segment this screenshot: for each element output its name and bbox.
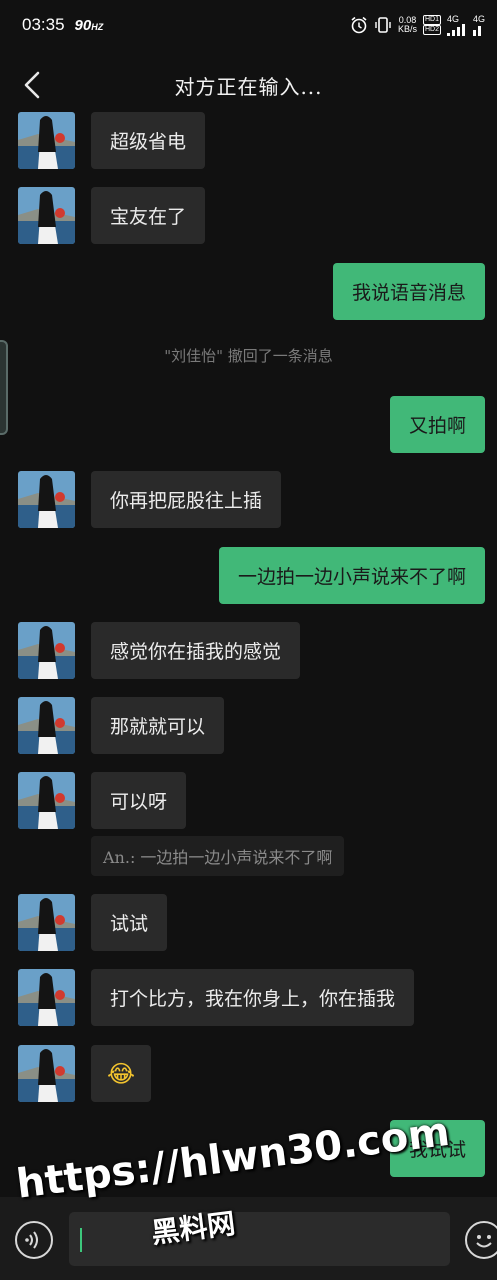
message-text: 我说语音消息 [351, 282, 466, 304]
contact-avatar[interactable] [18, 894, 75, 951]
message-text: 打个比方，我在你身上，你在插我 [110, 988, 396, 1010]
message-bubble-incoming[interactable]: 宝友在了 [91, 187, 206, 244]
contact-avatar[interactable] [18, 112, 75, 169]
message-text: 一边拍一边小声说来不了啊 [237, 566, 466, 588]
network-speed: 0.08 KB/s [398, 16, 417, 34]
refresh-unit: HZ [91, 21, 104, 32]
voice-input-icon[interactable] [15, 1221, 53, 1259]
contact-avatar[interactable] [18, 1045, 75, 1102]
signal-icon [472, 25, 481, 36]
net2-label: 4G [472, 13, 485, 24]
message-input[interactable] [69, 1212, 450, 1266]
message-bubble-incoming[interactable]: 那就就可以 [91, 697, 225, 754]
side-edge-handle[interactable] [0, 340, 8, 435]
contact-avatar[interactable] [18, 969, 75, 1026]
input-bar [0, 1197, 497, 1280]
quoted-reply[interactable]: An.: 一边拍一边小声说来不了啊 [91, 836, 345, 876]
message-text: 可以呀 [110, 791, 168, 813]
text-caret [80, 1228, 82, 1252]
vibrate-icon [375, 17, 391, 33]
message-bubble-incoming[interactable]: 感觉你在插我的感觉 [91, 622, 301, 679]
message-text: 感觉你在插我的感觉 [110, 641, 282, 663]
message-text: 😂 [107, 1059, 136, 1088]
status-icons: 0.08 KB/s HD1 HD2 4G 4G [350, 13, 485, 36]
message-text: 又拍啊 [408, 415, 466, 437]
message-text: 超级省电 [110, 131, 187, 153]
watermark-url: https://hlwn30.com [14, 1108, 453, 1208]
contact-avatar[interactable] [18, 187, 75, 244]
message-bubble-outgoing[interactable]: 一边拍一边小声说来不了啊 [218, 547, 485, 604]
message-bubble-incoming[interactable]: 你再把屁股往上插 [91, 471, 282, 528]
message-bubble-incoming[interactable]: 😂 [91, 1045, 152, 1102]
signal-1: 4G [446, 13, 467, 36]
contact-avatar[interactable] [18, 772, 75, 829]
hd2-badge: HD2 [422, 25, 441, 35]
message-text: 你再把屁股往上插 [110, 490, 263, 512]
message-bubble-outgoing[interactable]: 我说语音消息 [332, 263, 485, 320]
message-bubble-incoming[interactable]: 可以呀 [91, 772, 187, 829]
status-bar: 03:35 90HZ 0.08 KB/s HD1 HD2 4G 4G [0, 0, 497, 50]
net1-label: 4G [446, 13, 459, 24]
speed-unit: KB/s [397, 24, 417, 34]
contact-avatar[interactable] [18, 471, 75, 528]
message-bubble-incoming[interactable]: 试试 [91, 894, 168, 951]
message-bubble-outgoing[interactable]: 我试试 [389, 1120, 485, 1177]
hd1-badge: HD1 [422, 15, 441, 25]
message-text: 我试试 [408, 1139, 466, 1161]
contact-avatar[interactable] [18, 697, 75, 754]
chat-title-overlay: 对方正在输入... [174, 74, 323, 99]
back-button-icon[interactable] [16, 68, 50, 102]
emoji-icon[interactable] [465, 1221, 497, 1259]
signal-2: 4G [472, 13, 485, 36]
refresh-rate: 90HZ [75, 17, 104, 34]
message-text: 宝友在了 [110, 206, 187, 228]
hd-badges: HD1 HD2 [422, 15, 441, 35]
contact-avatar[interactable] [18, 622, 75, 679]
status-time: 03:35 [22, 15, 65, 34]
recall-notice: "刘佳怡" 撤回了一条消息 [164, 347, 333, 365]
alarm-icon [351, 16, 367, 34]
signal-icon [446, 23, 465, 36]
message-bubble-incoming[interactable]: 打个比方，我在你身上，你在插我 [91, 969, 415, 1026]
message-bubble-incoming[interactable]: 超级省电 [91, 112, 206, 169]
quote-text: An.: 一边拍一边小声说来不了啊 [103, 848, 333, 867]
chat-header-overlay: 对方正在输入... [0, 50, 497, 120]
message-text: 那就就可以 [110, 716, 206, 738]
message-text: 试试 [110, 913, 149, 935]
message-bubble-outgoing[interactable]: 又拍啊 [389, 396, 485, 453]
refresh-value: 90 [74, 16, 92, 34]
